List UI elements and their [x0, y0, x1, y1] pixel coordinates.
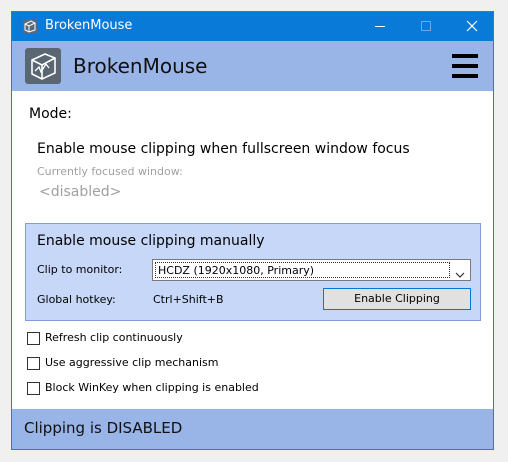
block-winkey-label[interactable]: Block WinKey when clipping is enabled: [45, 381, 259, 394]
focused-window-value: <disabled>: [39, 184, 122, 200]
refresh-continuously-checkbox[interactable]: [27, 332, 40, 345]
close-icon: [466, 20, 478, 32]
title-bar[interactable]: BrokenMouse: [12, 12, 493, 41]
block-winkey-checkbox[interactable]: [27, 382, 40, 395]
hotkey-value: Ctrl+Shift+B: [153, 293, 224, 306]
app-window: BrokenMouse BrokenMouse Mode: Enable mou…: [11, 11, 494, 450]
maximize-icon: [421, 21, 431, 31]
window-title: BrokenMouse: [45, 18, 133, 33]
clipping-status-text: Clipping is DISABLED: [24, 419, 183, 437]
close-button[interactable]: [449, 12, 493, 41]
monitor-select-value: HCDZ (1920x1080, Primary): [158, 264, 315, 277]
hamburger-menu-icon[interactable]: [452, 54, 478, 78]
app-header: BrokenMouse: [12, 41, 493, 91]
aggressive-clip-label[interactable]: Use aggressive clip mechanism: [45, 356, 218, 369]
monitor-label: Clip to monitor:: [37, 263, 123, 276]
monitor-select[interactable]: HCDZ (1920x1080, Primary): [152, 259, 471, 281]
refresh-continuously-label[interactable]: Refresh clip continuously: [45, 331, 183, 344]
enable-clipping-button[interactable]: Enable Clipping: [323, 288, 471, 310]
focused-window-label: Currently focused window:: [37, 165, 183, 178]
broken-cube-logo-icon: [24, 47, 62, 85]
chevron-down-icon: [454, 265, 466, 278]
minimize-button[interactable]: [357, 12, 403, 41]
app-name: BrokenMouse: [73, 54, 208, 78]
maximize-button[interactable]: [403, 12, 449, 41]
aggressive-clip-checkbox[interactable]: [27, 357, 40, 370]
mode-label: Mode:: [29, 106, 72, 122]
hotkey-label: Global hotkey:: [37, 293, 116, 306]
manual-clip-title: Enable mouse clipping manually: [37, 233, 265, 249]
monitor-select-focus: HCDZ (1920x1080, Primary): [155, 262, 450, 278]
manual-clip-panel: Enable mouse clipping manually Clip to m…: [25, 223, 481, 321]
fullscreen-clip-title: Enable mouse clipping when fullscreen wi…: [37, 141, 410, 157]
status-bar: Clipping is DISABLED: [12, 409, 493, 449]
minimize-icon: [375, 26, 385, 27]
app-small-icon: [22, 18, 38, 34]
